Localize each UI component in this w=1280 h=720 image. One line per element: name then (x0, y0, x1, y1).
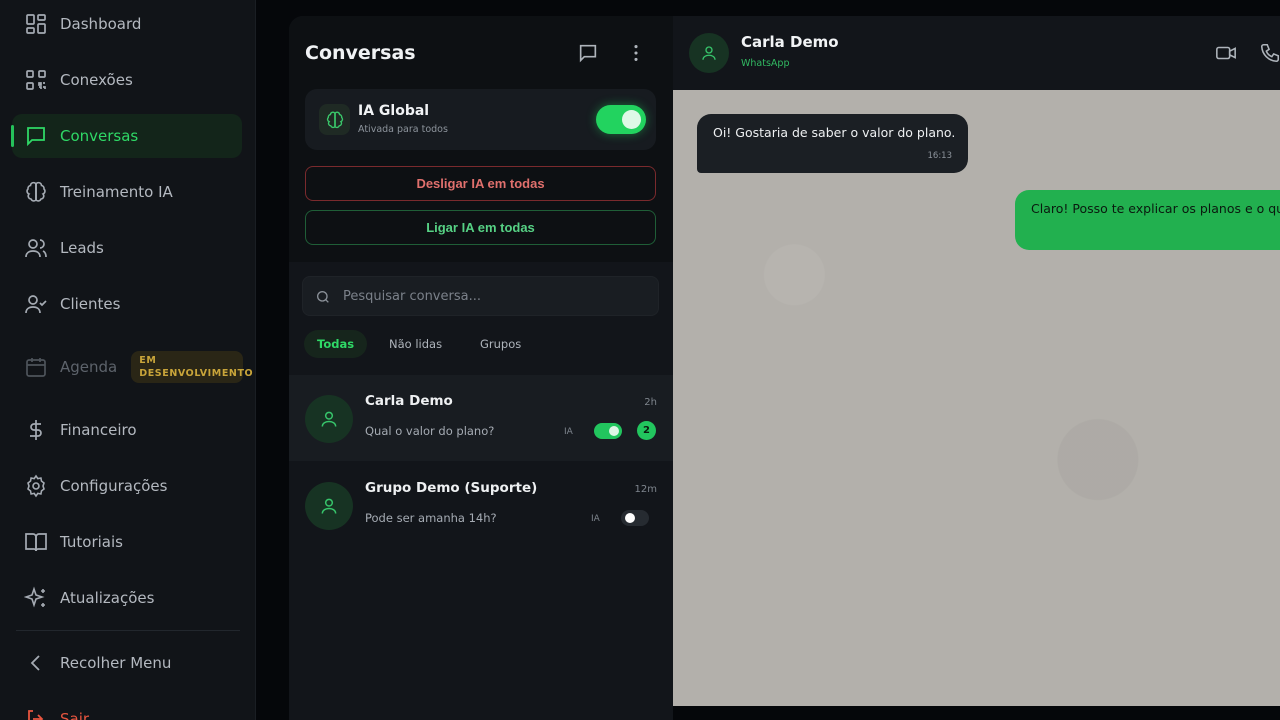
logout-icon (24, 707, 48, 720)
sidebar-item-dashboard[interactable]: Dashboard (12, 2, 242, 46)
ia-global-subtitle: Ativada para todos (358, 124, 448, 135)
toggle-knob (609, 426, 619, 436)
dollar-icon (24, 418, 48, 442)
brain-icon (24, 180, 48, 204)
incoming-message: Oi! Gostaria de saber o valor do plano. … (697, 114, 968, 173)
avatar (305, 482, 353, 530)
sidebar-item-agenda: Agenda EM DESENVOLVIMENTO (12, 345, 253, 389)
ia-label: IA (591, 514, 600, 524)
conversation-time: 2h (644, 397, 657, 408)
sidebar-item-label: Clientes (60, 295, 121, 313)
ia-global-title: IA Global (358, 103, 430, 119)
conversation-item[interactable]: Grupo Demo (Suporte) 12m Pode ser amanha… (289, 462, 673, 548)
search-input[interactable] (343, 277, 643, 315)
conversation-preview: Qual o valor do plano? (365, 424, 495, 438)
sidebar-item-label: Treinamento IA (60, 183, 173, 201)
sidebar-item-label: Agenda (60, 358, 118, 376)
search-box (302, 276, 659, 316)
sparkles-icon (24, 586, 48, 610)
chat-contact-name: Carla Demo (741, 33, 839, 51)
tab-todas[interactable]: Todas (304, 330, 368, 358)
user-icon (321, 411, 337, 427)
sidebar: Dashboard Conexões Conversas Treinamento… (0, 0, 256, 720)
collapse-menu-label: Recolher Menu (60, 654, 172, 672)
sidebar-item-treinamento-ia[interactable]: Treinamento IA (12, 170, 242, 214)
sidebar-item-label: Leads (60, 239, 104, 257)
new-chat-button[interactable] (577, 42, 601, 66)
message-square-icon (579, 44, 597, 63)
avatar (689, 33, 729, 73)
sidebar-item-tutoriais[interactable]: Tutoriais (12, 520, 242, 564)
conversation-ia-toggle[interactable] (594, 423, 622, 439)
sidebar-item-label: Configurações (60, 477, 168, 495)
logout-button[interactable]: Sair (12, 697, 242, 720)
sidebar-item-leads[interactable]: Leads (12, 226, 242, 270)
sidebar-item-label: Conexões (60, 71, 133, 89)
conversation-preview: Pode ser amanha 14h? (365, 511, 497, 525)
calendar-icon (24, 355, 48, 379)
conversation-ia-toggle[interactable] (621, 510, 649, 526)
sidebar-item-label: Tutoriais (60, 533, 123, 551)
message-text: Claro! Posso te explicar os planos e o q… (1031, 201, 1280, 216)
logout-label: Sair (60, 710, 90, 720)
collapse-menu-button[interactable]: Recolher Menu (12, 641, 242, 685)
user-icon (702, 46, 716, 60)
conversation-time: 12m (634, 484, 657, 495)
chat-header: Carla Demo WhatsApp (673, 16, 1280, 90)
ia-global-toggle[interactable] (596, 105, 646, 134)
grid-icon (24, 12, 48, 36)
toggle-knob (622, 110, 641, 129)
ia-label: IA (564, 427, 573, 437)
sidebar-item-label: Dashboard (60, 15, 142, 33)
video-icon (1216, 46, 1236, 60)
video-call-button[interactable] (1215, 42, 1237, 64)
sidebar-item-label: Financeiro (60, 421, 137, 439)
chat-icon (24, 124, 48, 148)
sidebar-item-label: Atualizações (60, 589, 155, 607)
message-text: Oi! Gostaria de saber o valor do plano. (713, 125, 956, 140)
sidebar-item-label: Conversas (60, 127, 139, 145)
tab-nao-lidas[interactable]: Não lidas (376, 330, 455, 358)
tab-grupos[interactable]: Grupos (467, 330, 534, 358)
sidebar-item-conexoes[interactable]: Conexões (12, 58, 242, 102)
sidebar-item-atualizacoes[interactable]: Atualizações (12, 576, 242, 620)
sidebar-item-conversas[interactable]: Conversas (11, 114, 242, 158)
qr-code-icon (24, 68, 48, 92)
sidebar-divider (16, 630, 240, 631)
conversations-title: Conversas (305, 42, 416, 64)
users-icon (24, 236, 48, 260)
outgoing-message: Claro! Posso te explicar os planos e o q… (1015, 190, 1280, 250)
chevron-left-icon (24, 651, 48, 675)
brain-icon (319, 104, 350, 135)
user-icon (321, 498, 337, 514)
dev-badge: EM DESENVOLVIMENTO (131, 351, 253, 383)
enable-ia-all-button[interactable]: Ligar IA em todas (305, 210, 656, 245)
user-check-icon (24, 292, 48, 316)
conversation-name: Carla Demo (365, 393, 453, 409)
voice-call-button[interactable] (1259, 42, 1280, 64)
chat-messages: Oi! Gostaria de saber o valor do plano. … (673, 90, 1280, 706)
unread-badge: 2 (637, 421, 656, 440)
search-icon (315, 289, 331, 305)
gear-icon (24, 474, 48, 498)
conversation-name: Grupo Demo (Suporte) (365, 480, 538, 496)
phone-icon (1260, 43, 1280, 63)
sidebar-item-financeiro[interactable]: Financeiro (12, 408, 242, 452)
more-options-button[interactable] (625, 42, 649, 66)
conversations-header: Conversas IA Global Ativada para todos D… (289, 16, 673, 262)
conversation-item[interactable]: Carla Demo 2h Qual o valor do plano? IA … (289, 375, 673, 461)
conversations-panel: Conversas IA Global Ativada para todos D… (289, 16, 673, 720)
sidebar-item-clientes[interactable]: Clientes (12, 282, 242, 326)
sidebar-item-configuracoes[interactable]: Configurações (12, 464, 242, 508)
more-vertical-icon (634, 45, 638, 61)
disable-ia-all-button[interactable]: Desligar IA em todas (305, 166, 656, 201)
message-time: 16:13 (927, 151, 953, 161)
avatar (305, 395, 353, 443)
ia-global-card: IA Global Ativada para todos (305, 89, 656, 150)
book-icon (24, 530, 48, 554)
chat-channel: WhatsApp (741, 58, 790, 69)
toggle-knob (625, 513, 635, 523)
